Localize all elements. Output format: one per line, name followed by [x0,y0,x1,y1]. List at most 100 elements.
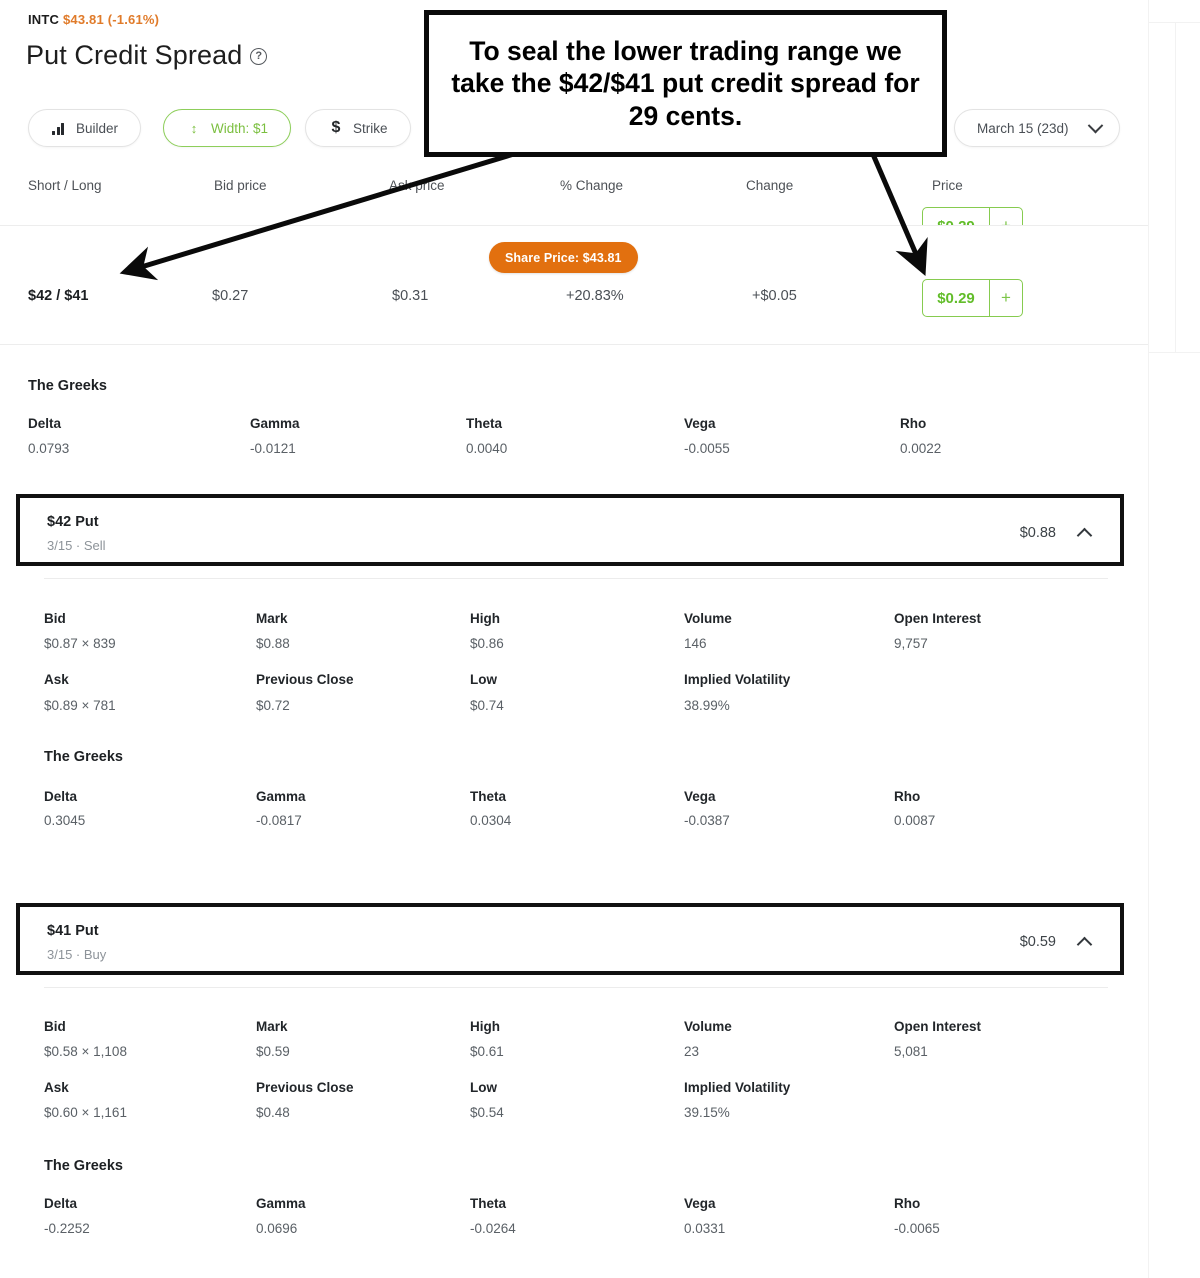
greek-label-vega: Vega [684,416,716,431]
greek-label-vega: Vega [684,1196,716,1211]
builder-label: Builder [76,120,119,136]
cell-percent-change: +20.83% [566,288,624,304]
leg-header-41-put[interactable]: $41 Put 3/15 · Buy $0.59 [16,903,1124,975]
stat-value-ask: $0.89 × 781 [44,698,116,713]
stat-label-high: High [470,1019,500,1034]
column-header-ask-price: Ask price [389,178,445,193]
stat-value-bid: $0.87 × 839 [44,636,116,651]
greek-label-vega: Vega [684,789,716,804]
leg-header-42-put[interactable]: $42 Put 3/15 · Sell $0.88 [16,494,1124,566]
greek-label-gamma: Gamma [256,789,306,804]
panel-edge-top [1148,22,1200,23]
stat-value-volume: 23 [684,1044,700,1059]
cell-strikes: $42 / $41 [28,288,89,304]
stat-value-low: $0.74 [470,698,504,713]
stat-label-low: Low [470,672,497,687]
stat-label-volume: Volume [684,1019,732,1034]
strike-button[interactable]: $ Strike [305,109,411,147]
stat-value-open-interest: 5,081 [894,1044,928,1059]
greek-label-delta: Delta [44,789,78,804]
share-price-badge: Share Price: $43.81 [489,242,638,273]
stat-value-previous-close: $0.72 [256,698,290,713]
stat-value-volume: 146 [684,636,707,651]
leg-41-greeks-title: The Greeks [44,1158,123,1174]
leg-subtitle: 3/15 · Buy [47,947,107,962]
spread-add-button[interactable]: + [989,280,1022,316]
stat-value-mark: $0.88 [256,636,290,651]
leg-divider [44,578,1108,579]
expiry-dropdown[interactable]: March 15 (23d) [954,109,1120,147]
column-header-short-long: Short / Long [28,178,102,193]
greek-value-delta: 0.3045 [44,813,86,828]
leg-price: $0.59 [1019,934,1056,950]
stat-value-ask: $0.60 × 1,161 [44,1105,127,1120]
stat-label-ask: Ask [44,672,69,687]
question-circle-icon[interactable]: ? [250,48,268,65]
stat-value-mark: $0.59 [256,1044,290,1059]
greek-label-rho: Rho [894,789,921,804]
page-title-text: Put Credit Spread [26,40,243,70]
leg-42-greeks-title: The Greeks [44,749,123,765]
stat-label-previous-close: Previous Close [256,1080,354,1095]
greek-label-gamma: Gamma [256,1196,306,1211]
stat-label-high: High [470,611,500,626]
stat-label-open-interest: Open Interest [894,1019,982,1034]
stat-label-implied-volatility: Implied Volatility [684,672,791,687]
greek-value-theta: -0.0264 [470,1221,516,1236]
chevron-up-icon[interactable] [1076,936,1093,953]
stat-label-open-interest: Open Interest [894,611,982,626]
greek-label-delta: Delta [44,1196,78,1211]
greek-label-gamma: Gamma [250,416,300,431]
greek-label-theta: Theta [470,789,507,804]
greek-value-theta: 0.0040 [466,441,508,456]
greek-label-delta: Delta [28,416,62,431]
greek-value-rho: 0.0087 [894,813,936,828]
builder-button[interactable]: Builder [28,109,142,147]
stat-value-implied-volatility: 39.15% [684,1105,730,1120]
column-header-change: Change [746,178,794,193]
leg-subtitle: 3/15 · Sell [47,538,106,553]
divider-under-spread-row [0,344,1148,345]
stat-label-bid: Bid [44,611,66,626]
column-header-price: Price [932,178,963,193]
greek-label-theta: Theta [466,416,503,431]
app-root: INTC $43.81 (-1.61%) Put Credit Spread? … [0,0,1200,1278]
stat-value-high: $0.61 [470,1044,504,1059]
cell-change: +$0.05 [752,288,797,304]
stat-label-volume: Volume [684,611,732,626]
cell-bid-price: $0.27 [212,288,249,304]
add-contract-button[interactable]: + [989,208,1022,225]
stat-value-open-interest: 9,757 [894,636,928,651]
divider-under-header [0,225,1148,226]
greek-value-vega: -0.0055 [684,441,730,456]
width-label: Width: $1 [211,120,269,136]
column-header-percent-change: % Change [560,178,624,193]
stat-label-ask: Ask [44,1080,69,1095]
column-header-bid-price: Bid price [214,178,267,193]
stat-label-mark: Mark [256,611,288,626]
chevron-down-icon [1087,117,1103,133]
price-value: $0.29 [923,208,989,226]
stat-value-low: $0.54 [470,1105,504,1120]
price-control[interactable]: $0.29 + [922,207,1023,225]
ticker-symbol: INTC [28,12,60,27]
panel-edge-scroll-track[interactable] [1175,22,1176,352]
chevron-up-icon[interactable] [1076,527,1093,544]
panel-edge-right [1148,0,1149,1278]
annotation-text: To seal the lower trading range we take … [451,36,920,131]
spread-price-value: $0.29 [937,289,975,307]
greek-label-rho: Rho [894,1196,921,1211]
greek-value-rho: 0.0022 [900,441,942,456]
greek-label-rho: Rho [900,416,927,431]
spread-price-control[interactable]: $0.29 + [922,279,1023,317]
width-button[interactable]: ↕ Width: $1 [163,109,292,147]
previous-price-control-clipped: $0.29 + [922,198,1044,225]
greek-value-vega: 0.0331 [684,1221,726,1236]
stat-label-bid: Bid [44,1019,66,1034]
ticker-line: INTC $43.81 (-1.61%) [28,12,159,27]
stat-value-bid: $0.58 × 1,108 [44,1044,127,1059]
greek-value-rho: -0.0065 [894,1221,940,1236]
stat-value-implied-volatility: 38.99% [684,698,730,713]
leg-strike-label: $42 Put [47,514,99,530]
leg-strike-label: $41 Put [47,923,99,939]
